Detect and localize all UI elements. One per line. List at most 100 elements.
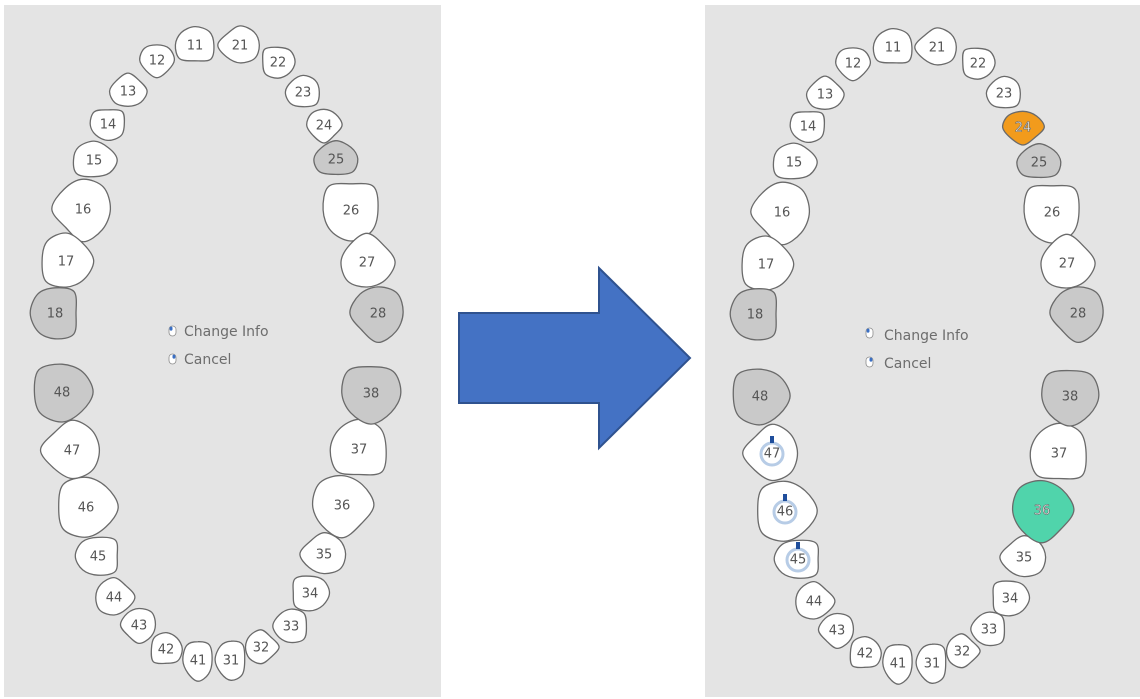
tooth-23[interactable]: 23	[284, 74, 320, 108]
tooth-label: 33	[283, 620, 300, 635]
tooth-37[interactable]: 37	[1029, 422, 1087, 480]
tooth-label: 34	[302, 587, 319, 602]
tooth-label: 17	[758, 258, 775, 273]
tooth-31[interactable]: 31	[214, 640, 246, 681]
mark-pin-icon	[783, 494, 787, 501]
tooth-11[interactable]: 11	[174, 25, 215, 62]
tooth-label: 12	[845, 57, 862, 72]
tooth-25[interactable]: 25	[1016, 143, 1062, 179]
tooth-label: 15	[86, 154, 103, 169]
legend-cancel: Cancel	[184, 352, 231, 368]
tooth-36[interactable]: 36	[311, 474, 375, 539]
tooth-23[interactable]: 23	[985, 75, 1021, 109]
mark-pin-icon	[770, 436, 774, 443]
tooth-label: 12	[149, 54, 166, 69]
tooth-24[interactable]: 24	[306, 108, 343, 144]
tooth-44[interactable]: 44	[795, 580, 836, 620]
tooth-16[interactable]: 16	[51, 178, 112, 243]
legend-cancel: Cancel	[884, 356, 931, 372]
tooth-label: 37	[1051, 447, 1068, 462]
legend-change-info: Change Info	[184, 324, 269, 340]
tooth-label: 42	[158, 643, 175, 658]
mouse-right-click-icon	[865, 356, 874, 368]
tooth-44[interactable]: 44	[95, 576, 136, 616]
tooth-label: 13	[817, 88, 834, 103]
tooth-label: 24	[316, 119, 333, 134]
tooth-label: 28	[370, 307, 387, 322]
tooth-label: 13	[120, 85, 137, 100]
tooth-label: 16	[75, 203, 92, 218]
tooth-45[interactable]: 45	[773, 539, 820, 579]
tooth-34[interactable]: 34	[292, 575, 331, 612]
tooth-43[interactable]: 43	[119, 607, 157, 645]
tooth-46[interactable]: 46	[58, 476, 119, 538]
tooth-label: 23	[996, 87, 1013, 102]
tooth-43[interactable]: 43	[817, 612, 855, 650]
tooth-15[interactable]: 15	[772, 142, 818, 180]
tooth-22[interactable]: 22	[261, 46, 296, 79]
tooth-33[interactable]: 33	[272, 608, 308, 644]
tooth-22[interactable]: 22	[961, 47, 996, 80]
tooth-label: 31	[223, 654, 240, 669]
tooth-label: 42	[857, 647, 874, 662]
tooth-12[interactable]: 12	[139, 44, 176, 79]
tooth-18[interactable]: 18	[29, 287, 77, 340]
tooth-14[interactable]: 14	[789, 111, 826, 144]
tooth-26[interactable]: 26	[1023, 184, 1080, 244]
tooth-42[interactable]: 42	[849, 635, 882, 669]
tooth-31[interactable]: 31	[915, 643, 947, 684]
tooth-label: 18	[47, 307, 64, 322]
tooth-label: 22	[270, 56, 287, 71]
legend-change-info: Change Info	[884, 328, 969, 344]
tooth-18[interactable]: 18	[729, 288, 777, 341]
mouse-right-click-icon	[168, 353, 177, 365]
tooth-38[interactable]: 38	[1041, 369, 1100, 427]
tooth-46[interactable]: 46	[757, 480, 818, 542]
tooth-48[interactable]: 48	[732, 368, 791, 426]
tooth-28[interactable]: 28	[1049, 286, 1104, 344]
tooth-24[interactable]: 24	[1001, 110, 1045, 146]
tooth-37[interactable]: 37	[329, 418, 387, 476]
tooth-38[interactable]: 38	[341, 366, 402, 425]
tooth-label: 45	[90, 550, 107, 565]
tooth-label: 47	[764, 447, 781, 462]
tooth-11[interactable]: 11	[872, 27, 913, 64]
tooth-14[interactable]: 14	[89, 109, 126, 142]
tooth-26[interactable]: 26	[322, 182, 379, 242]
tooth-label: 36	[334, 499, 351, 514]
tooth-label: 32	[253, 641, 270, 656]
tooth-41[interactable]: 41	[882, 644, 913, 685]
tooth-21[interactable]: 21	[217, 25, 260, 64]
tooth-25[interactable]: 25	[313, 140, 359, 176]
tooth-32[interactable]: 32	[244, 629, 280, 665]
tooth-13[interactable]: 13	[108, 72, 148, 107]
tooth-48[interactable]: 48	[33, 363, 94, 423]
tooth-chart-before-svg: 11 12 13 14 15 16 17 18 21 22 23 24 25 26 27 28 31 32 33 34…	[29, 25, 404, 682]
tooth-label: 45	[790, 553, 807, 568]
tooth-label: 21	[929, 41, 946, 56]
tooth-21[interactable]: 21	[914, 27, 957, 66]
tooth-34[interactable]: 34	[992, 580, 1031, 617]
tooth-label: 48	[752, 390, 769, 405]
tooth-45[interactable]: 45	[74, 536, 119, 576]
tooth-12[interactable]: 12	[835, 47, 872, 82]
tooth-33[interactable]: 33	[970, 611, 1006, 647]
tooth-label: 24	[1015, 121, 1032, 136]
tooth-28[interactable]: 28	[349, 286, 404, 344]
tooth-41[interactable]: 41	[182, 641, 213, 682]
tooth-42[interactable]: 42	[150, 631, 183, 665]
tooth-label: 38	[1062, 390, 1079, 405]
tooth-label: 23	[295, 86, 312, 101]
tooth-35[interactable]: 35	[299, 532, 347, 575]
tooth-15[interactable]: 15	[72, 140, 118, 178]
tooth-16[interactable]: 16	[750, 181, 811, 246]
tooth-label: 33	[981, 623, 998, 638]
tooth-47[interactable]: 47	[39, 419, 101, 480]
tooth-label: 44	[106, 591, 123, 606]
tooth-47[interactable]: 47	[742, 423, 799, 482]
tooth-label: 46	[777, 505, 794, 520]
tooth-label: 28	[1070, 307, 1087, 322]
tooth-36[interactable]: 36	[1011, 479, 1075, 544]
tooth-13[interactable]: 13	[805, 75, 845, 110]
tooth-label: 41	[190, 654, 207, 669]
